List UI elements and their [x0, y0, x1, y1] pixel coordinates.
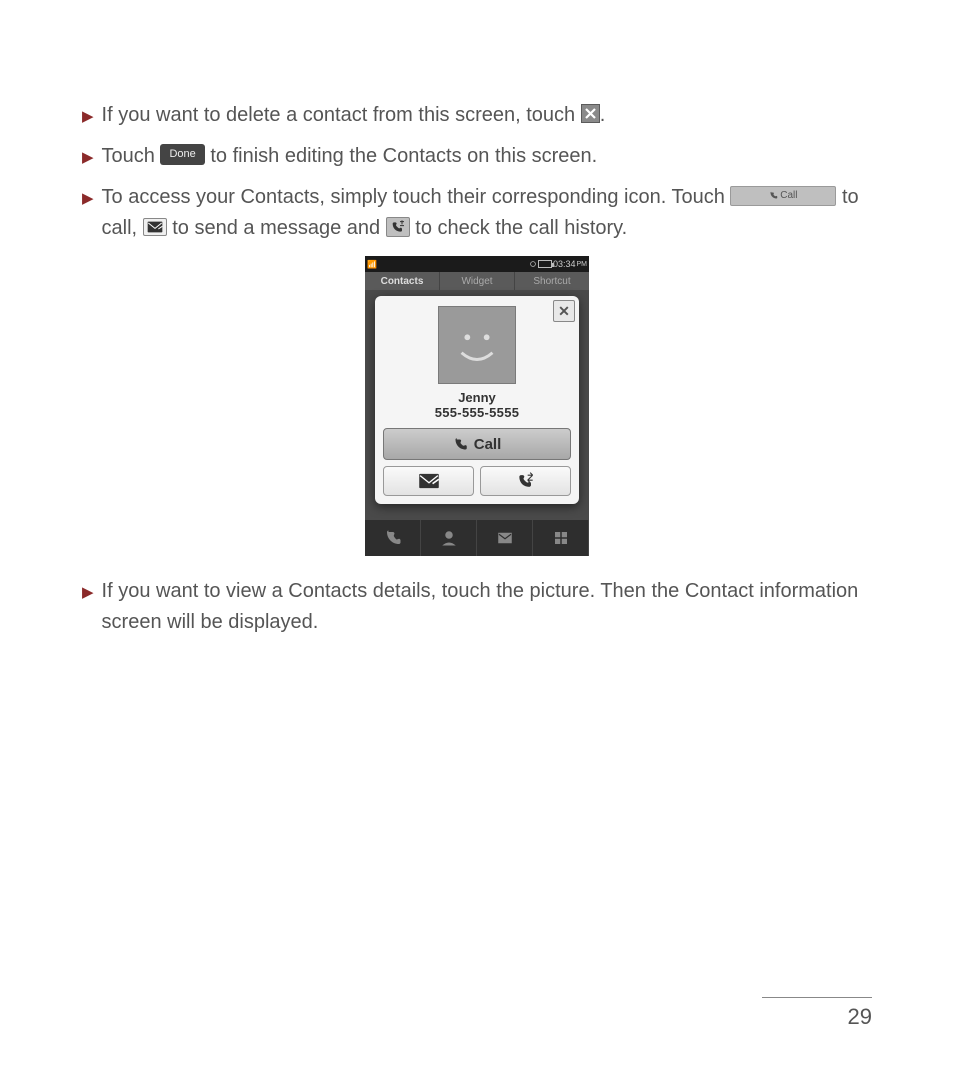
- battery-icon: [538, 260, 552, 268]
- page-number: 29: [848, 1004, 872, 1030]
- dock-item[interactable]: [477, 520, 533, 556]
- popup-close-button[interactable]: ✕: [553, 300, 575, 322]
- page-footer-rule: [762, 997, 872, 998]
- bullet-text: .: [600, 104, 606, 126]
- bullet-marker: ▶: [82, 187, 94, 210]
- close-icon: ✕: [558, 303, 570, 320]
- bullet-item: ▶ If you want to delete a contact from t…: [82, 100, 872, 131]
- bullet-text: If you want to delete a contact from thi…: [102, 104, 581, 126]
- contact-avatar[interactable]: [438, 306, 516, 384]
- bullet-text: If you want to view a Contacts details, …: [102, 580, 859, 633]
- signal-icon: 📶: [367, 260, 376, 269]
- contact-name: Jenny: [383, 390, 571, 405]
- envelope-icon: [418, 473, 440, 489]
- phone-frame: 📶 03:34 PM Contacts Widget Shortcut ✕: [365, 256, 589, 556]
- dock-item[interactable]: [421, 520, 477, 556]
- status-bar: 📶 03:34 PM: [365, 256, 589, 272]
- dock-item[interactable]: [365, 520, 421, 556]
- bullet-text: Touch: [102, 145, 161, 167]
- call-button-wide-icon: Call: [730, 186, 836, 206]
- bullet-text: to check the call history.: [415, 217, 627, 239]
- status-ampm: PM: [577, 261, 588, 268]
- bullet-marker: ▶: [82, 105, 94, 128]
- status-time: 03:34: [553, 259, 576, 269]
- bullet-text: to finish editing the Contacts on this s…: [210, 145, 597, 167]
- tab-bar: Contacts Widget Shortcut: [365, 272, 589, 290]
- message-icon: [143, 218, 167, 236]
- popup-message-button[interactable]: [383, 466, 474, 496]
- popup-history-button[interactable]: [480, 466, 571, 496]
- dock-item[interactable]: [533, 520, 589, 556]
- tab-widget[interactable]: Widget: [440, 272, 515, 290]
- phone-screenshot-figure: 📶 03:34 PM Contacts Widget Shortcut ✕: [82, 256, 872, 556]
- contact-popup: ✕ Jenny 555-555-5555 Call: [375, 296, 579, 504]
- bottom-dock: [365, 520, 589, 556]
- popup-call-button[interactable]: Call: [383, 428, 571, 460]
- bullet-item: ▶ To access your Contacts, simply touch …: [82, 182, 872, 244]
- tab-contacts[interactable]: Contacts: [365, 272, 440, 290]
- bullet-item: ▶ Touch Done to finish editing the Conta…: [82, 141, 872, 172]
- done-button-icon: Done: [160, 144, 204, 165]
- indicator-icon: [529, 260, 537, 268]
- contact-name-block: Jenny 555-555-5555: [383, 390, 571, 420]
- contact-number: 555-555-5555: [383, 405, 571, 420]
- bullet-text: To access your Contacts, simply touch th…: [102, 186, 731, 208]
- call-history-icon: [386, 217, 410, 237]
- phone-icon: [453, 437, 468, 452]
- bullet-marker: ▶: [82, 146, 94, 169]
- delete-x-icon: [581, 104, 600, 123]
- call-label: Call: [780, 188, 797, 204]
- call-history-icon: [516, 472, 536, 490]
- call-button-label: Call: [474, 436, 502, 453]
- bullet-item: ▶ If you want to view a Contacts details…: [82, 576, 872, 638]
- tab-shortcut[interactable]: Shortcut: [515, 272, 589, 290]
- page-content: ▶ If you want to delete a contact from t…: [0, 0, 954, 638]
- bullet-marker: ▶: [82, 581, 94, 604]
- bullet-text: to send a message and: [172, 217, 385, 239]
